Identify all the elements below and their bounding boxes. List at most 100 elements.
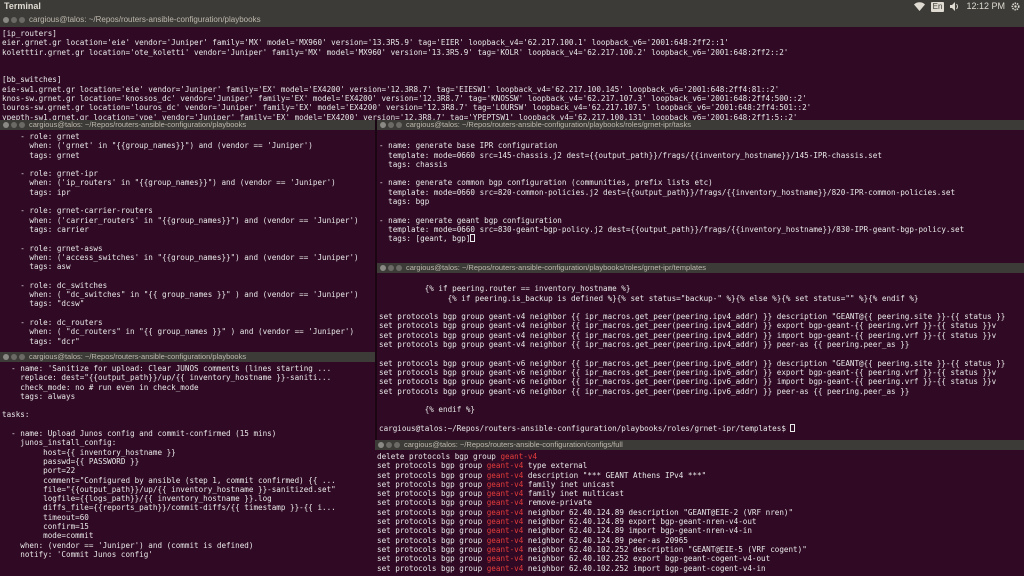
maximize-icon[interactable]	[396, 265, 402, 271]
terminal-line: - name: generate geant bgp configuration	[379, 215, 562, 225]
line-suffix: neighbor 62.40.124.89 peer-as 20965	[523, 535, 688, 545]
terminal-line: set protocols bgp group geant-v4 neighbo…	[379, 340, 910, 350]
gear-icon[interactable]	[1011, 2, 1020, 11]
terminal-line: tags: chassis	[379, 159, 448, 169]
window-controls	[3, 17, 25, 23]
terminal-line: - role: grnet-carrier-routers	[2, 206, 153, 216]
terminal-output[interactable]: - role: grnet when: ('grnet' in "{{group…	[0, 130, 375, 346]
wifi-icon[interactable]	[913, 2, 925, 11]
terminal-pane-inventory[interactable]: cargious@talos: ~/Repos/routers-ansible-…	[0, 13, 1024, 120]
text-cursor	[470, 234, 476, 243]
terminal-line: koletttir.grnet.gr location='ote_koletti…	[2, 47, 789, 57]
system-tray: En 12:12 PM	[913, 0, 1020, 13]
search-highlight: geant-v4	[486, 535, 524, 545]
terminal-line: {% if peering.router == inventory_hostna…	[379, 284, 631, 294]
terminal-output[interactable]: delete protocols bgp group geant-v4 set p…	[375, 450, 1024, 573]
window-controls	[378, 442, 400, 448]
terminal-title: cargious@talos: ~/Repos/routers-ansible-…	[29, 120, 247, 129]
minimize-icon[interactable]	[388, 122, 394, 128]
line-prefix: set protocols bgp group	[377, 470, 487, 480]
terminal-titlebar[interactable]: cargious@talos: ~/Repos/routers-ansible-…	[375, 440, 1024, 450]
maximize-icon[interactable]	[19, 354, 25, 360]
terminal-pane-templates[interactable]: cargious@talos: ~/Repos/routers-ansible-…	[377, 263, 1024, 440]
line-prefix: set protocols bgp group	[377, 544, 487, 554]
terminal-line: - name: generate common bgp configuratio…	[379, 178, 713, 188]
terminal-line: - name: Upload Junos config and commit-c…	[2, 429, 277, 439]
terminal-line: set protocols bgp group geant-v4 descrip…	[377, 471, 1024, 480]
terminal-title: cargious@talos: ~/Repos/routers-ansible-…	[406, 263, 707, 272]
terminal-line: [ip_routers]	[2, 29, 57, 38]
close-icon[interactable]	[3, 354, 9, 360]
terminal-line: knos-sw.grnet.gr location='knossos_dc' v…	[2, 94, 807, 104]
terminal-output[interactable]: [ip_routers] eier.grnet.gr location='eie'…	[0, 27, 1024, 120]
terminal-pane-playbook-roles[interactable]: cargious@talos: ~/Repos/routers-ansible-…	[0, 120, 375, 352]
maximize-icon[interactable]	[394, 442, 400, 448]
terminal-line: timeout=60	[2, 512, 89, 522]
minimize-icon[interactable]	[11, 354, 17, 360]
terminal-line: tasks:	[2, 410, 30, 420]
terminal-output[interactable]: - name: 'Sanitize for upload: Clear JUNO…	[0, 362, 375, 559]
window-controls	[3, 354, 25, 360]
search-highlight: geant-v4	[486, 507, 524, 517]
maximize-icon[interactable]	[396, 122, 402, 128]
text-cursor	[790, 423, 796, 432]
terminal-line: template: mode=0660 src=145-chassis.j2 d…	[379, 150, 882, 160]
search-highlight: geant-v4	[486, 489, 524, 499]
line-suffix: family inet multicast	[523, 489, 624, 499]
volume-icon[interactable]	[950, 2, 960, 11]
minimize-icon[interactable]	[11, 17, 17, 23]
terminal-line: replace: dest="{{output_path}}/up/{{ inv…	[2, 373, 332, 383]
terminal-titlebar[interactable]: cargious@talos: ~/Repos/routers-ansible-…	[377, 263, 1024, 273]
terminal-line: set protocols bgp group geant-v4 neighbo…	[377, 554, 1024, 563]
terminal-output[interactable]: - name: generate base IPR configuration …	[377, 130, 1024, 244]
terminal-pane-config[interactable]: cargious@talos: ~/Repos/routers-ansible-…	[375, 440, 1024, 576]
terminal-titlebar[interactable]: cargious@talos: ~/Repos/routers-ansible-…	[377, 120, 1024, 130]
terminal-titlebar[interactable]: cargious@talos: ~/Repos/routers-ansible-…	[0, 13, 1024, 27]
terminal-line: - name: generate base IPR configuration	[379, 141, 558, 151]
close-icon[interactable]	[380, 265, 386, 271]
terminal-output[interactable]: {% if peering.router == inventory_hostna…	[377, 273, 1024, 433]
maximize-icon[interactable]	[19, 122, 25, 128]
terminal-line: set protocols bgp group geant-v4 neighbo…	[379, 312, 1006, 322]
terminal-titlebar[interactable]: cargious@talos: ~/Repos/routers-ansible-…	[0, 352, 375, 362]
close-icon[interactable]	[380, 122, 386, 128]
line-suffix: neighbor 62.40.124.89 description "GEANT…	[523, 507, 794, 517]
minimize-icon[interactable]	[386, 442, 392, 448]
terminal-line: diffs_file={{reports_path}}/commit-diffs…	[2, 503, 336, 513]
terminal-pane-tasks[interactable]: cargious@talos: ~/Repos/routers-ansible-…	[377, 120, 1024, 263]
maximize-icon[interactable]	[19, 17, 25, 23]
terminal-line: set protocols bgp group geant-v6 neighbo…	[379, 386, 910, 396]
keyboard-layout-indicator[interactable]: En	[930, 1, 945, 12]
clock[interactable]: 12:12 PM	[966, 0, 1005, 13]
line-prefix: set protocols bgp group	[377, 498, 487, 508]
terminal-line: eier.grnet.gr location='eie' vendor='Jun…	[2, 38, 729, 48]
search-highlight: geant-v4	[486, 554, 524, 564]
pane-divider[interactable]	[375, 120, 377, 440]
terminal-line: set protocols bgp group geant-v4 neighbo…	[377, 536, 1024, 545]
terminal-line: tags: grnet	[2, 150, 80, 160]
terminal-line: - role: dc_switches	[2, 280, 108, 290]
terminal-pane-upload[interactable]: cargious@talos: ~/Repos/routers-ansible-…	[0, 352, 375, 576]
close-icon[interactable]	[378, 442, 384, 448]
terminal-titlebar[interactable]: cargious@talos: ~/Repos/routers-ansible-…	[0, 120, 375, 130]
terminal-line: - role: grnet	[2, 132, 80, 141]
close-icon[interactable]	[3, 122, 9, 128]
line-suffix: neighbor 62.40.124.89 export bgp-geant-n…	[523, 517, 757, 527]
shell-prompt-line[interactable]: cargious@talos:~/Repos/routers-ansible-c…	[379, 423, 1024, 433]
terminal-line: set protocols bgp group geant-v4 neighbo…	[377, 508, 1024, 517]
terminal-line: tags: asw	[2, 262, 71, 272]
shell-prompt: cargious@talos:~/Repos/routers-ansible-c…	[379, 423, 791, 433]
terminal-line: set protocols bgp group geant-v4 family …	[377, 489, 1024, 498]
terminal-title: cargious@talos: ~/Repos/routers-ansible-…	[29, 352, 247, 361]
minimize-icon[interactable]	[388, 265, 394, 271]
close-icon[interactable]	[3, 17, 9, 23]
minimize-icon[interactable]	[11, 122, 17, 128]
search-highlight: geant-v4	[486, 461, 524, 471]
terminal-line: tags: carrier	[2, 224, 89, 234]
terminal-line: tags: bgp	[379, 197, 430, 207]
